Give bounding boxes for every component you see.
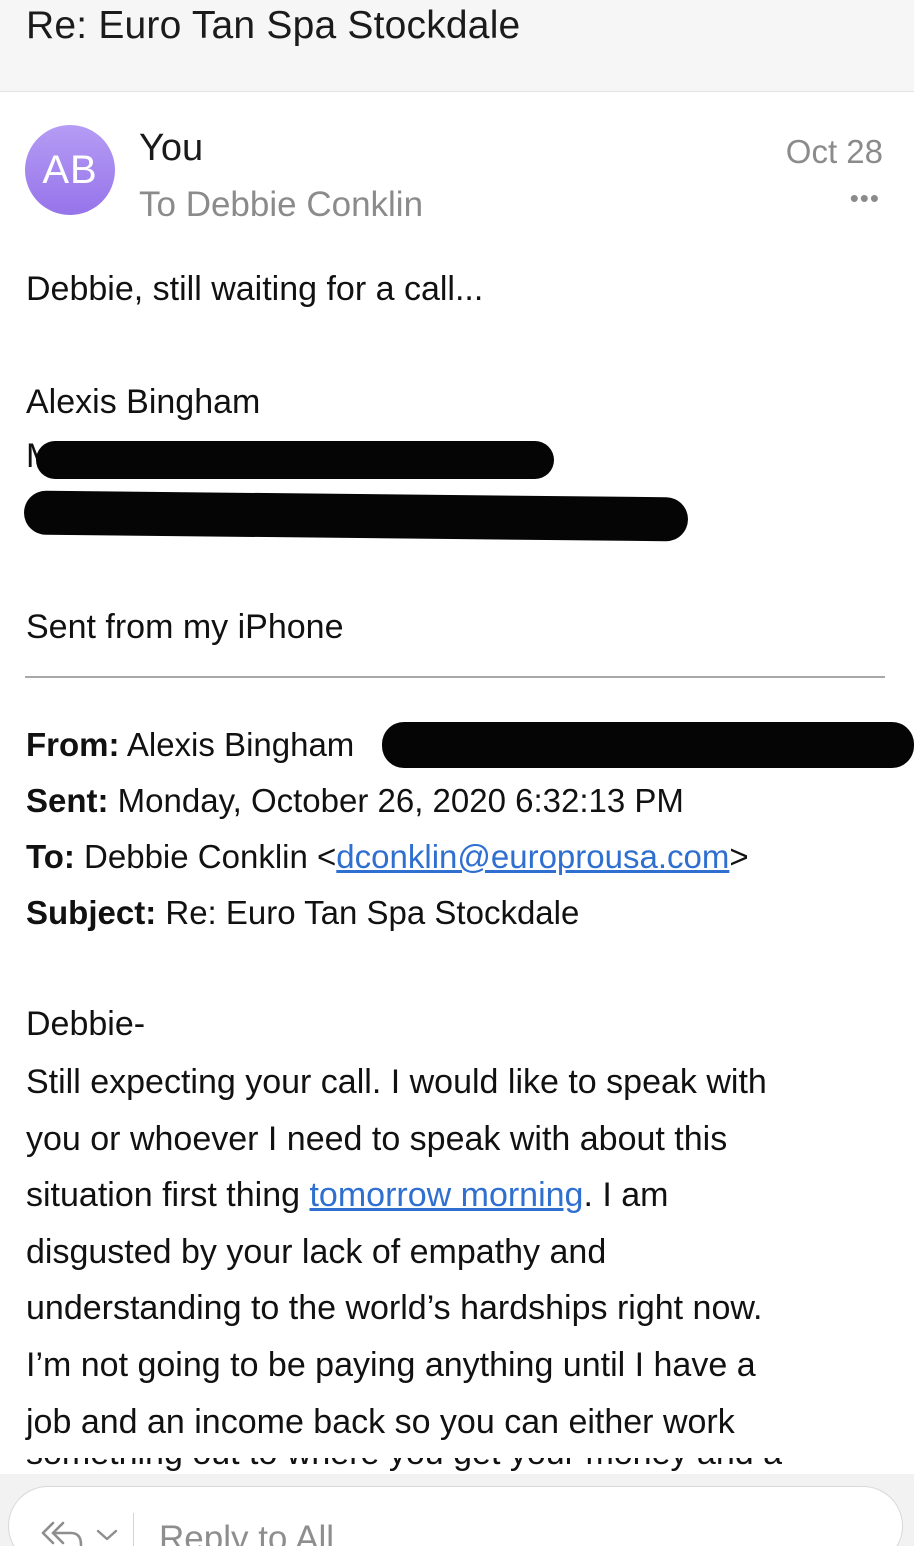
to-open-bracket: < (317, 838, 337, 875)
more-options-icon[interactable]: ••• (850, 183, 880, 214)
message-body-line: Debbie, still waiting for a call... (26, 270, 484, 308)
quoted-body: Still expecting your call. I would like … (26, 1054, 896, 1450)
body-line: I’m not going to be paying anything unti… (26, 1345, 756, 1384)
quoted-to-line: To: Debbie Conklin <dconklin@europrousa.… (26, 838, 749, 876)
sender-avatar[interactable]: AB (25, 125, 115, 215)
body-line: you or whoever I need to speak with abou… (26, 1119, 728, 1158)
redaction-mark (382, 722, 914, 768)
redaction-mark (23, 490, 689, 542)
subject-value: Re: Euro Tan Spa Stockdale (165, 894, 580, 931)
message-date: Oct 28 (785, 133, 883, 170)
quoted-subject-line: Subject: Re: Euro Tan Spa Stockdale (26, 894, 579, 932)
quoted-greeting: Debbie- (26, 1005, 146, 1043)
tomorrow-morning-link[interactable]: tomorrow morning (309, 1176, 583, 1214)
reply-field[interactable]: Reply to All (8, 1486, 903, 1546)
body-line: job and an income back so you can either… (26, 1402, 735, 1441)
to-close-bracket: > (729, 838, 749, 875)
quoted-sent-line: Sent: Monday, October 26, 2020 6:32:13 P… (26, 782, 684, 820)
subject-header: Re: Euro Tan Spa Stockdale (0, 0, 914, 92)
reply-separator (133, 1513, 134, 1546)
sent-from-signature: Sent from my iPhone (26, 608, 344, 646)
to-email-link[interactable]: dconklin@europrousa.com (336, 838, 729, 875)
quoted-from-line: From: Alexis Bingham (26, 726, 354, 764)
body-line: Still expecting your call. I would like … (26, 1063, 767, 1101)
reply-toolbar: Reply to All (0, 1474, 914, 1546)
subject-label: Subject: (26, 894, 157, 931)
chevron-down-icon[interactable] (95, 1527, 119, 1543)
to-label: To: (26, 838, 75, 875)
sender-name[interactable]: You (139, 127, 203, 170)
avatar-initials: AB (42, 147, 98, 192)
from-value: Alexis Bingham (126, 726, 355, 763)
redaction-mark (36, 441, 554, 479)
email-subject-title: Re: Euro Tan Spa Stockdale (26, 4, 521, 47)
body-line: situation first thing tomorrow morning. … (26, 1167, 896, 1224)
body-line: something out to where you get your mone… (26, 1458, 882, 1470)
reply-to-all-label[interactable]: Reply to All (159, 1519, 334, 1546)
body-text: situation first thing (26, 1176, 310, 1215)
signature-name: Alexis Bingham (26, 383, 261, 421)
recipient-line[interactable]: To Debbie Conklin (139, 185, 423, 225)
body-line: disgusted by your lack of empathy and (26, 1232, 607, 1271)
sent-value: Monday, October 26, 2020 6:32:13 PM (117, 782, 684, 819)
from-label: From: (26, 726, 120, 763)
body-text: . I am (583, 1176, 669, 1215)
quote-divider (25, 676, 885, 678)
to-name: Debbie Conklin (84, 838, 308, 875)
reply-all-icon[interactable] (39, 1519, 85, 1546)
body-line: understanding to the world’s hardships r… (26, 1289, 763, 1328)
body-line-clipped: something out to where you get your mone… (26, 1458, 882, 1472)
sent-label: Sent: (26, 782, 109, 819)
email-view: Re: Euro Tan Spa Stockdale AB You To Deb… (0, 0, 914, 1546)
